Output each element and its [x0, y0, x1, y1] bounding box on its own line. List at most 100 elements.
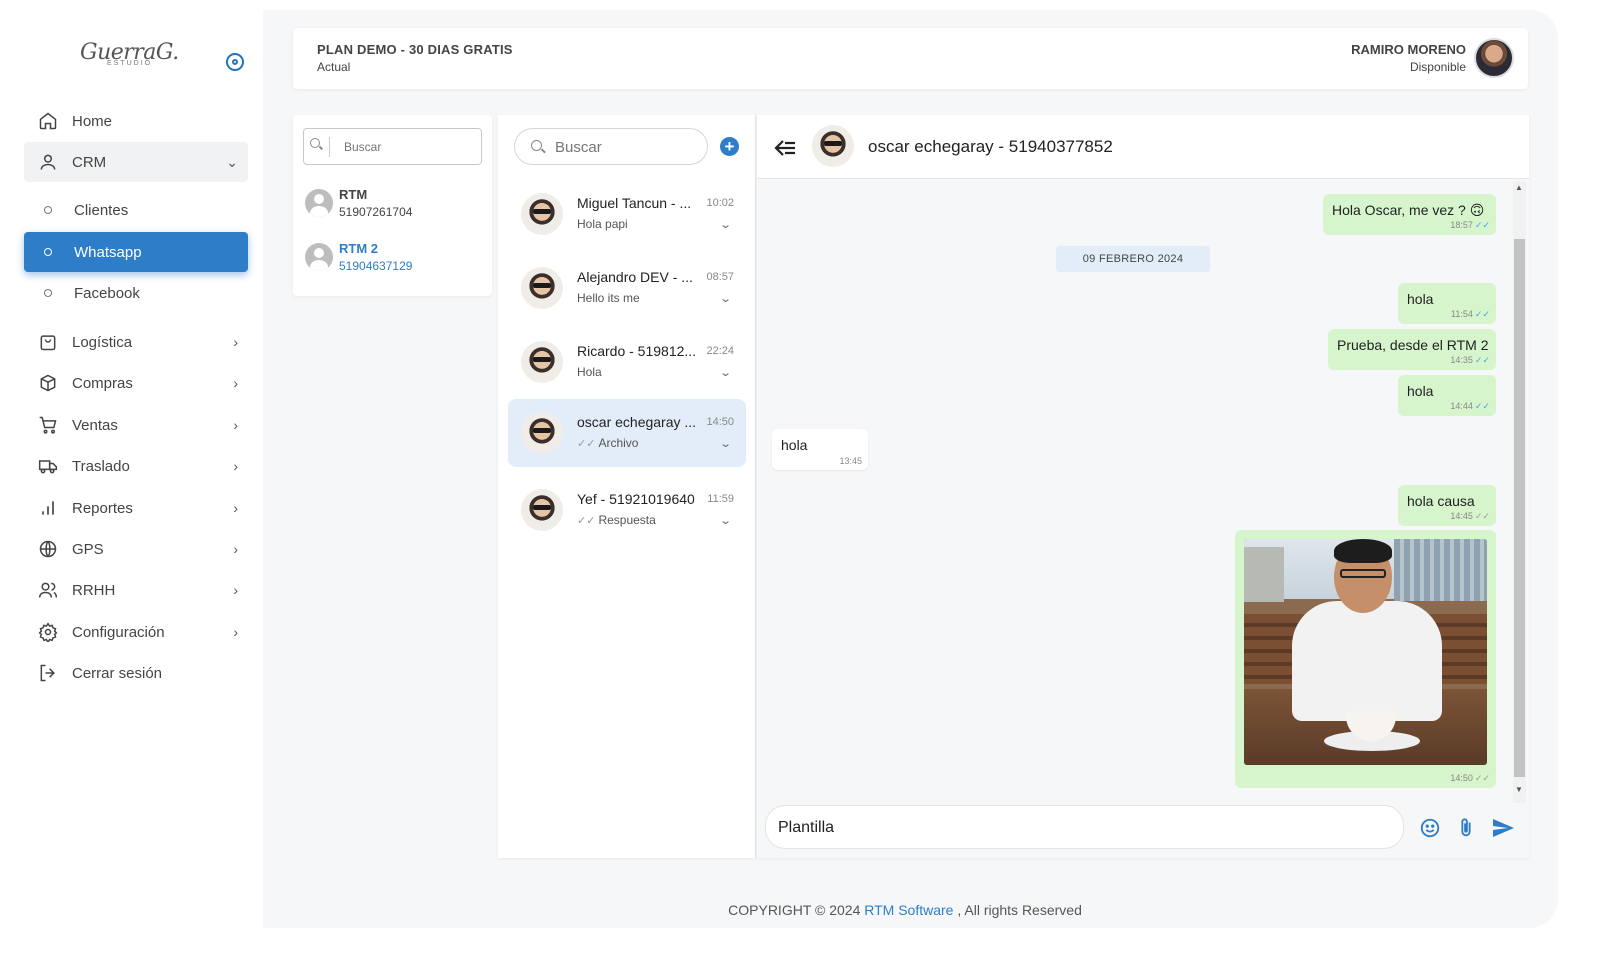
- sidebar-item-clientes[interactable]: Clientes: [24, 190, 248, 230]
- sidebar-item-label: Home: [72, 112, 113, 130]
- scrollbar[interactable]: ▲ ▼: [1513, 181, 1526, 803]
- message-text: Prueba, desde el RTM 2: [1337, 337, 1489, 353]
- sidebar-item-label: Logística: [72, 333, 133, 351]
- chevron-right-icon: ›: [233, 500, 238, 516]
- user-status: Disponible: [1409, 60, 1466, 74]
- search-icon: [310, 138, 320, 148]
- sidebar-item-logout[interactable]: Cerrar sesión: [24, 653, 248, 693]
- accounts-search-input[interactable]: [344, 137, 474, 157]
- user-name: RAMIRO MORENO: [1351, 42, 1466, 57]
- plan-subtitle: Actual: [317, 60, 351, 74]
- chat-item[interactable]: Yef - 51921019640 11:59 ✓✓ Respuesta ⌄: [508, 476, 746, 544]
- plan-title: PLAN DEMO - 30 DIAS GRATIS: [317, 42, 513, 57]
- chevron-down-icon[interactable]: ⌄: [719, 292, 732, 305]
- chevron-down-icon[interactable]: ⌄: [719, 218, 732, 231]
- message-meta: 14:44 ✓✓: [1450, 401, 1490, 412]
- message-text: hola causa: [1407, 493, 1475, 509]
- chat-item[interactable]: Alejandro DEV - ... 08:57 Hello its me ⌄: [508, 254, 746, 322]
- double-check-icon: ✓✓: [1474, 355, 1490, 365]
- back-arrow-icon[interactable]: [773, 137, 797, 163]
- photo-glasses: [1340, 569, 1386, 578]
- message-meta: 11:54 ✓✓: [1451, 309, 1490, 320]
- sidebar-item-crm[interactable]: CRM ⌄: [24, 142, 248, 182]
- sidebar-item-label: Cerrar sesión: [72, 664, 163, 682]
- footer-copyright: COPYRIGHT © 2024: [728, 902, 865, 918]
- sidebar-item-home[interactable]: Home: [24, 101, 248, 141]
- footer: COPYRIGHT © 2024 RTM Software , All righ…: [0, 902, 1610, 918]
- double-check-icon: ✓✓: [1474, 220, 1490, 230]
- sidebar-item-reportes[interactable]: Reportes ›: [24, 488, 248, 528]
- avatar: [521, 267, 563, 309]
- sidebar-item-label: Facebook: [74, 284, 140, 302]
- sidebar-item-facebook[interactable]: Facebook: [24, 273, 248, 313]
- message-composer[interactable]: [765, 805, 1404, 849]
- chat-name: Yef - 51921019640: [577, 491, 695, 507]
- circle-icon: [44, 289, 52, 297]
- sidebar-toggle-icon[interactable]: [226, 53, 244, 71]
- chevron-right-icon: ›: [233, 541, 238, 557]
- sidebar-item-rrhh[interactable]: RRHH ›: [24, 570, 248, 610]
- cart-icon: [38, 415, 58, 435]
- account-item[interactable]: RTM 51907261704: [305, 183, 485, 223]
- chevron-down-icon[interactable]: ⌄: [719, 437, 732, 450]
- message-text: Hola Oscar, me vez ? 🙃: [1332, 202, 1485, 218]
- sidebar-item-compras[interactable]: Compras ›: [24, 363, 248, 403]
- chat-search-input[interactable]: [555, 137, 695, 157]
- accounts-search[interactable]: [303, 128, 482, 165]
- footer-brand-link[interactable]: RTM Software: [864, 902, 953, 918]
- message-outgoing: Hola Oscar, me vez ? 🙃 18:57 ✓✓: [1323, 194, 1496, 235]
- avatar: [305, 243, 333, 271]
- double-check-icon: ✓✓: [1474, 401, 1490, 411]
- circle-icon: [44, 206, 52, 214]
- chat-search[interactable]: [514, 128, 708, 165]
- user-icon: [38, 152, 58, 172]
- chat-name: Ricardo - 519812...: [577, 343, 697, 359]
- sidebar-item-label: Whatsapp: [74, 243, 142, 261]
- send-icon[interactable]: [1490, 815, 1516, 841]
- avatar: [521, 412, 563, 454]
- chat-preview: Hello its me: [577, 291, 640, 305]
- sidebar-item-whatsapp[interactable]: Whatsapp: [24, 232, 248, 272]
- emoji-icon[interactable]: [1418, 816, 1442, 840]
- chevron-down-icon[interactable]: ⌄: [719, 514, 732, 527]
- sidebar-item-ventas[interactable]: Ventas ›: [24, 405, 248, 445]
- bag-icon: [38, 332, 58, 352]
- message-photo[interactable]: [1244, 539, 1487, 765]
- message-meta: 14:50 ✓✓: [1450, 773, 1490, 784]
- circle-icon: [44, 248, 52, 256]
- new-chat-button[interactable]: +: [720, 137, 739, 156]
- chevron-down-icon[interactable]: ⌄: [719, 366, 732, 379]
- sidebar-item-logistica[interactable]: Logística ›: [24, 322, 248, 362]
- photo-building: [1244, 547, 1284, 602]
- chat-item[interactable]: Ricardo - 519812... 22:24 Hola ⌄: [508, 328, 746, 396]
- double-check-icon: ✓✓: [577, 438, 596, 450]
- globe-icon: [38, 539, 58, 559]
- scrollbar-thumb[interactable]: [1514, 239, 1525, 777]
- chevron-right-icon: ›: [233, 417, 238, 433]
- attach-icon[interactable]: [1454, 816, 1478, 840]
- avatar[interactable]: [1474, 38, 1514, 78]
- sidebar-item-configuracion[interactable]: Configuración ›: [24, 612, 248, 652]
- chat-time: 22:24: [706, 345, 734, 357]
- scroll-up-icon[interactable]: ▲: [1515, 183, 1523, 192]
- sidebar-item-traslado[interactable]: Traslado ›: [24, 446, 248, 486]
- box-icon: [38, 373, 58, 393]
- message-text: hola: [1407, 383, 1434, 399]
- accounts-panel: RTM 51907261704 RTM 2 51904637129: [293, 115, 492, 296]
- message-input[interactable]: [778, 817, 1378, 839]
- message-time: 13:45: [839, 456, 862, 466]
- chevron-right-icon: ›: [233, 582, 238, 598]
- sidebar-item-label: Traslado: [72, 457, 130, 475]
- chat-item[interactable]: Miguel Tancun - ... 10:02 Hola papi ⌄: [508, 180, 746, 248]
- sidebar-item-label: RRHH: [72, 581, 116, 599]
- conversation-panel: oscar echegaray - 51940377852 Hola Oscar…: [757, 115, 1529, 858]
- account-item[interactable]: RTM 2 51904637129: [305, 237, 485, 277]
- chat-time: 14:50: [706, 416, 734, 428]
- sidebar-item-label: Clientes: [74, 201, 129, 219]
- scroll-down-icon[interactable]: ▼: [1515, 785, 1523, 794]
- chevron-right-icon: ›: [233, 375, 238, 391]
- avatar: [521, 489, 563, 531]
- sidebar-item-gps[interactable]: GPS ›: [24, 529, 248, 569]
- account-phone: 51907261704: [339, 205, 413, 219]
- chat-item-selected[interactable]: oscar echegaray ... 14:50 ✓✓ Archivo ⌄: [508, 399, 746, 467]
